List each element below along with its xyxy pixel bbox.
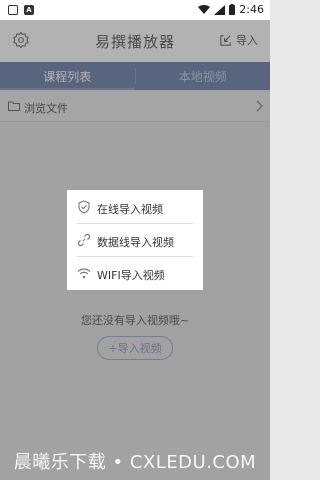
wifi-icon xyxy=(77,268,91,279)
wifi-status-icon xyxy=(198,4,211,14)
watermark-text: 晨曦乐下载 • CXLEDU.COM xyxy=(13,452,257,473)
battery-icon xyxy=(229,4,236,15)
menu-item-wifi-import[interactable]: WIFI导入视频 xyxy=(67,257,203,290)
menu-item-online-import[interactable]: 在线导入视频 xyxy=(67,191,203,224)
shield-check-icon xyxy=(78,200,90,214)
notification-icons: A xyxy=(8,5,34,15)
link-icon xyxy=(77,233,91,247)
status-time: 2:46 xyxy=(239,3,264,16)
menu-item-label: 数据线导入视频 xyxy=(97,236,174,249)
status-bar: A 2:46 xyxy=(0,0,270,20)
menu-item-cable-import[interactable]: 数据线导入视频 xyxy=(67,224,203,257)
system-status: 2:46 xyxy=(198,3,264,16)
menu-item-label: WIFI导入视频 xyxy=(97,269,165,282)
import-options-popup: 在线导入视频 数据线导入视频 WIFI导入视频 xyxy=(67,190,203,290)
menu-item-label: 在线导入视频 xyxy=(97,203,163,216)
app-notification-icon xyxy=(8,5,18,15)
signal-icon xyxy=(214,4,226,15)
a-notification-icon: A xyxy=(24,5,34,15)
